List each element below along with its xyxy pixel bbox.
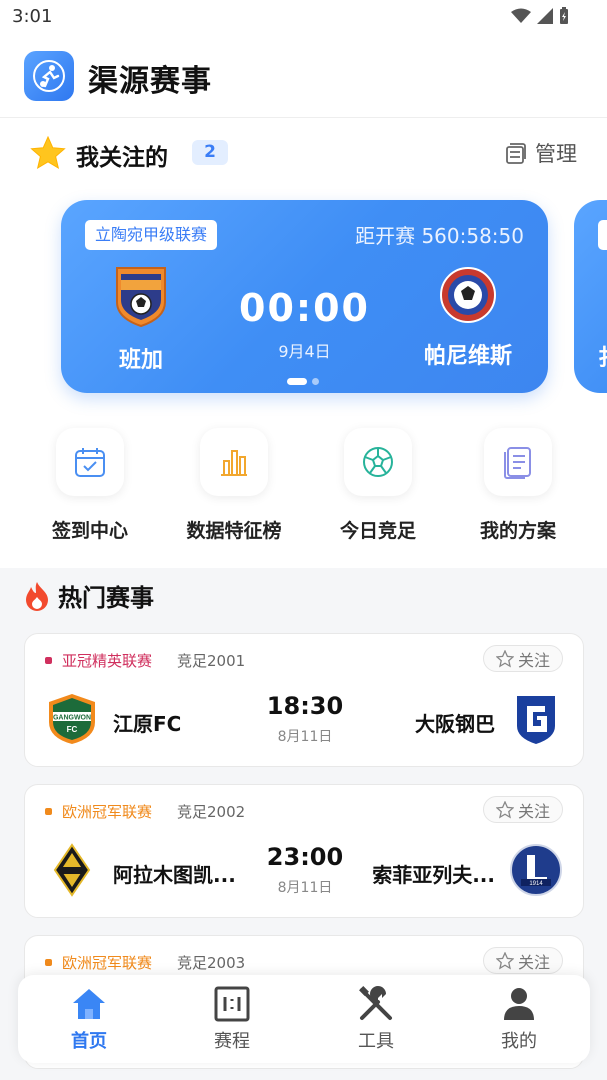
carousel-dot-active (287, 378, 307, 385)
user-icon (504, 988, 534, 1020)
next-card-team-name: 扌 (598, 340, 607, 372)
carousel-indicator (287, 378, 319, 385)
league-dot (45, 959, 52, 966)
follow-label: 关注 (517, 650, 550, 670)
hot-matches-title: 热门赛事 (58, 584, 154, 612)
manage-label: 管理 (535, 142, 577, 166)
quick-link-label: 我的方案 (479, 520, 556, 542)
wifi-icon (511, 8, 531, 23)
tab-home[interactable]: 首页 (39, 985, 139, 1053)
soccer-player-icon (33, 60, 65, 92)
svg-text:1914: 1914 (529, 881, 543, 887)
gamba-osaka-crest-icon (517, 696, 555, 744)
quick-link-label: 数据特征榜 (186, 520, 282, 542)
quick-link-label: 今日竞足 (339, 520, 416, 542)
match-card[interactable]: 欧洲冠军联赛 竞足2002 关注 阿拉木图凯... 23:00 8月11日 索菲… (24, 784, 584, 918)
league-name: 亚冠精英联赛 (62, 652, 153, 670)
manage-button[interactable]: 管理 (503, 138, 577, 168)
tools-icon (359, 986, 392, 1020)
document-icon (504, 447, 531, 479)
kickoff-date: 8月11日 (277, 729, 333, 745)
follow-button[interactable]: 关注 (482, 947, 563, 974)
quick-link-data-rank[interactable]: 数据特征榜 (174, 428, 294, 543)
app-title: 渠源赛事 (88, 64, 212, 99)
follow-label: 关注 (517, 801, 550, 821)
soccer-ball-icon (363, 447, 393, 477)
league-name: 欧洲冠军联赛 (62, 954, 153, 972)
fire-icon (26, 581, 48, 611)
star-outline-icon (495, 951, 514, 970)
card-away-team: 帕尼维斯 (418, 266, 518, 370)
carousel-dot (312, 378, 319, 385)
quick-links: 签到中心 数据特征榜 今日竞足 我的方案 (0, 418, 607, 568)
star-outline-icon (495, 800, 514, 819)
tab-label: 我的 (501, 1031, 537, 1052)
match-league: 欧洲冠军联赛 (45, 952, 152, 973)
hot-matches-header: 热门赛事 (24, 578, 154, 613)
status-time: 3:01 (12, 6, 53, 27)
quick-link-icon-box (56, 428, 124, 496)
tab-tools[interactable]: 工具 (326, 985, 426, 1053)
levski-sofia-crest-icon: 1914 (510, 844, 562, 896)
followed-match-card[interactable]: 立陶宛甲级联赛 距开赛 560:58:50 班加 00:00 9月4日 帕尼维斯 (61, 200, 548, 393)
followed-count-badge: 2 (192, 140, 228, 165)
match-card[interactable]: 亚冠精英联赛 竞足2001 关注 GANGWON FC 江原FC 18:30 8… (24, 633, 584, 767)
quick-link-checkin[interactable]: 签到中心 (30, 428, 150, 543)
star-icon (30, 136, 66, 170)
kickoff-time: 18:30 (266, 692, 344, 720)
calendar-check-icon (75, 448, 105, 477)
away-team-crest-icon (440, 267, 496, 323)
tab-label: 工具 (358, 1031, 394, 1052)
card-countdown: 距开赛 560:58:50 (355, 224, 524, 248)
status-bar: 3:01 (0, 0, 607, 34)
quick-link-my-plans[interactable]: 我的方案 (458, 428, 578, 543)
signal-icon (537, 8, 553, 24)
away-team-name: 索菲亚列夫... (372, 863, 495, 887)
tab-schedule[interactable]: 赛程 (182, 985, 282, 1053)
tab-label: 首页 (71, 1031, 107, 1052)
quick-link-icon-box (484, 428, 552, 496)
manage-icon (506, 143, 526, 164)
match-league: 亚冠精英联赛 (45, 650, 152, 671)
kickoff-date: 8月11日 (277, 880, 333, 896)
card-league-tag: 立陶宛甲级联赛 (85, 220, 218, 250)
bar-chart-icon (221, 450, 247, 476)
quick-link-icon-box (200, 428, 268, 496)
star-outline-icon (495, 649, 514, 668)
bottom-tab-bar: 首页 赛程 工具 我的 (18, 975, 590, 1063)
home-icon (73, 989, 105, 1019)
followed-section: 我关注的 2 管理 立陶宛甲级联赛 距开赛 560:58:50 班加 00:00… (0, 118, 607, 418)
league-name: 欧洲冠军联赛 (62, 803, 153, 821)
league-dot (45, 657, 52, 664)
match-league: 欧洲冠军联赛 (45, 801, 152, 822)
status-icons (511, 7, 569, 25)
away-team-name: 大阪钢巴 (415, 712, 495, 736)
followed-title: 我关注的 (76, 145, 168, 171)
quick-link-label: 签到中心 (51, 520, 128, 542)
battery-icon (560, 7, 568, 24)
tab-profile[interactable]: 我的 (469, 985, 569, 1053)
away-team-name: 帕尼维斯 (423, 344, 512, 369)
quick-link-icon-box (344, 428, 412, 496)
match-code: 竞足2003 (177, 954, 246, 972)
next-card-league-tag (598, 220, 607, 250)
tab-label: 赛程 (214, 1031, 250, 1052)
follow-button[interactable]: 关注 (482, 796, 563, 823)
kickoff-time: 23:00 (266, 843, 344, 871)
follow-button[interactable]: 关注 (482, 645, 563, 672)
league-dot (45, 808, 52, 815)
schedule-icon (214, 986, 250, 1022)
next-followed-card-peek[interactable]: 扌 (574, 200, 607, 393)
app-header: 渠源赛事 (0, 34, 607, 118)
app-logo (24, 51, 74, 101)
match-code: 竞足2001 (177, 652, 246, 670)
follow-label: 关注 (517, 952, 550, 972)
match-code: 竞足2002 (177, 803, 246, 821)
quick-link-today-football[interactable]: 今日竞足 (318, 428, 438, 543)
